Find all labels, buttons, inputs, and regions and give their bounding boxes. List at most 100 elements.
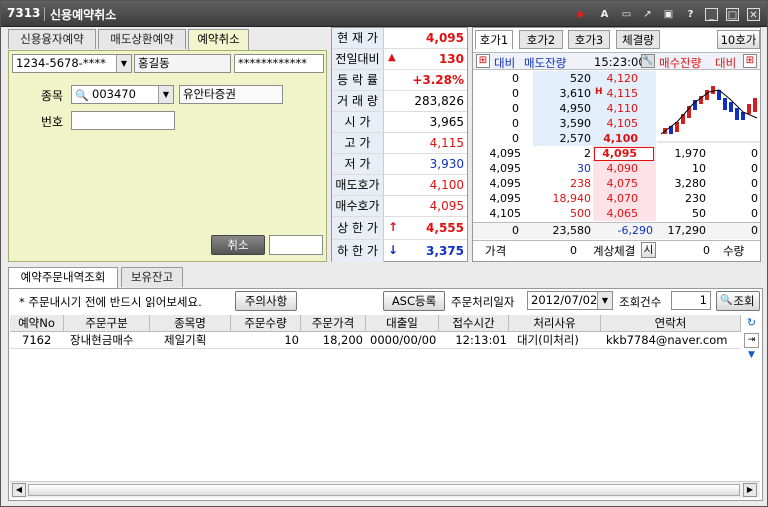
ask-price: 4,100 [429, 178, 464, 192]
bid-total: 17,290 [667, 224, 707, 237]
help-icon[interactable]: ? [684, 8, 697, 21]
chevron-down-icon[interactable]: ▼ [597, 292, 612, 309]
header-time: 15:23:00 [594, 55, 646, 69]
col-header[interactable]: 처리사유 [509, 315, 601, 332]
col-header[interactable]: 종목명 [150, 315, 231, 332]
link-icon[interactable]: ↗ [641, 8, 654, 21]
lower-limit: 3,375 [426, 244, 464, 258]
close-icon[interactable]: ✕ [747, 8, 760, 21]
tick-volume: 2 [584, 147, 591, 160]
bid-price[interactable]: 4,070 [593, 191, 639, 206]
title-bar: 7313 신용예약취소 ▶ A ▭ ↗ ▣ ? _ □ ✕ [1, 1, 767, 27]
pin-icon[interactable]: ⊞ [476, 54, 490, 68]
wrench-icon[interactable]: 🔧 [641, 54, 655, 68]
cancel-button[interactable]: 취소 [211, 235, 265, 255]
ask-total-change: 0 [512, 224, 519, 237]
date-select[interactable]: 2012/07/02 ▼ [527, 291, 613, 310]
ask-price[interactable]: 4,105 [593, 116, 639, 131]
minimize-icon[interactable]: _ [705, 8, 718, 21]
stock-code: 003470 [92, 87, 136, 101]
price-value: 0 [570, 244, 577, 257]
scroll-right-icon[interactable]: ▶ [743, 483, 757, 497]
count-input[interactable]: 1 [671, 291, 711, 310]
account-number-select[interactable]: 1234-5678-**** ▼ [12, 54, 132, 73]
bid-qty: 10 [692, 162, 706, 175]
ask-total: 23,580 [552, 224, 592, 237]
table-row[interactable]: 7162 장내현금매수 제일기획 10 18,200 0000/00/00 12… [10, 332, 741, 349]
col-header[interactable]: 접수시간 [439, 315, 509, 332]
col-header[interactable]: 주문가격 [301, 315, 366, 332]
ask-price[interactable]: 4,115 [593, 86, 639, 101]
ask-price[interactable]: 4,120 [593, 71, 639, 86]
bid-change: 0 [751, 207, 758, 220]
chevron-down-icon[interactable]: ▼ [744, 350, 759, 365]
tab-reservation-history[interactable]: 예약주문내역조회 [8, 267, 118, 288]
maximize-icon[interactable]: □ [726, 8, 739, 21]
font-icon[interactable]: A [598, 8, 611, 21]
chevron-down-icon[interactable]: ▼ [116, 55, 131, 72]
search-button[interactable]: 🔍 조회 [716, 291, 760, 311]
col-header[interactable]: 주문구분 [64, 315, 150, 332]
tick-volume: 18,940 [552, 192, 592, 205]
pin-icon[interactable]: ⊞ [743, 54, 757, 68]
ask-change: 0 [512, 87, 519, 100]
col-header[interactable]: 연락처 [601, 315, 741, 332]
tick-price: 4,095 [489, 192, 522, 205]
tab-hoga2[interactable]: 호가2 [519, 30, 563, 49]
stock-code-input[interactable]: 🔍 003470 ▼ [71, 85, 174, 104]
search-icon[interactable]: 🔍 [75, 87, 89, 103]
export-icon[interactable]: ⇥ [744, 333, 759, 348]
number-input[interactable] [71, 111, 175, 130]
tab-holdings[interactable]: 보유잔고 [121, 267, 183, 287]
horizontal-scrollbar[interactable]: ◀ ▶ [10, 481, 760, 498]
caution-button[interactable]: 주의사항 [235, 291, 297, 311]
tab-credit-loan-reservation[interactable]: 신용융자예약 [8, 29, 96, 49]
cell-loan-date: 0000/00/00 [370, 333, 437, 347]
tab-hoga3[interactable]: 호가3 [568, 30, 610, 49]
cell-received-time: 12:13:01 [455, 333, 507, 347]
sim-button[interactable]: 시 [641, 242, 656, 258]
tab-hoga1[interactable]: 호가1 [475, 30, 513, 49]
scroll-left-icon[interactable]: ◀ [12, 483, 26, 497]
bid-price[interactable]: 4,065 [593, 206, 639, 221]
tick-volume: 30 [577, 162, 591, 175]
header-buy-qty: 매수잔량 [659, 56, 702, 70]
ask-price[interactable]: 4,110 [593, 101, 639, 116]
tab-reservation-cancel[interactable]: 예약취소 [188, 29, 249, 50]
record-icon[interactable]: ▶ [575, 8, 588, 21]
col-header[interactable]: 대출일 [366, 315, 439, 332]
tab-exec-volume[interactable]: 체결량 [616, 30, 660, 49]
chevron-down-icon[interactable]: ▼ [158, 86, 173, 103]
tab-sell-repay-reservation[interactable]: 매도상환예약 [98, 29, 186, 49]
change-rate: +3.28% [412, 73, 464, 87]
notice-text: * 주문내시기 전에 반드시 읽어보세요. [19, 295, 202, 309]
ask-qty: 4,950 [559, 102, 592, 115]
low-price: 3,930 [429, 157, 464, 171]
high-price: 4,115 [429, 136, 464, 150]
window-icon[interactable]: ▣ [662, 8, 675, 21]
ask-price[interactable]: 4,100 [593, 131, 638, 146]
header-sell-qty: 매도잔량 [524, 56, 567, 70]
asc-register-button[interactable]: ASC등록 [383, 291, 445, 311]
tick-volume: 500 [570, 207, 591, 220]
bid-price[interactable]: 4,090 [593, 161, 639, 176]
bid-price[interactable]: 4,075 [593, 176, 639, 191]
quote-label: 저 가 [332, 154, 384, 174]
password-field[interactable]: ************ [234, 54, 324, 73]
memo-icon[interactable]: ▭ [620, 8, 633, 21]
col-header[interactable]: 주문수량 [231, 315, 301, 332]
quote-row-ask: 매도호가 4,100 [332, 175, 467, 196]
down-arrow-icon: ↓ [388, 243, 399, 257]
candle [723, 98, 727, 110]
cancel-qty-input[interactable] [269, 235, 323, 255]
quote-label: 등 락 률 [332, 70, 384, 90]
col-header[interactable]: 예약No [10, 315, 64, 332]
bid-price-current[interactable]: 4,095 [594, 147, 654, 161]
quote-row-high: 고 가 4,115 [332, 133, 467, 154]
ten-hoga-button[interactable]: 10호가 [717, 30, 760, 49]
scroll-thumb[interactable] [28, 484, 740, 496]
refresh-icon[interactable]: ↻ [744, 316, 759, 331]
bid-qty: 50 [692, 207, 706, 220]
candle [729, 102, 733, 112]
cell-order-qty: 10 [284, 333, 299, 347]
